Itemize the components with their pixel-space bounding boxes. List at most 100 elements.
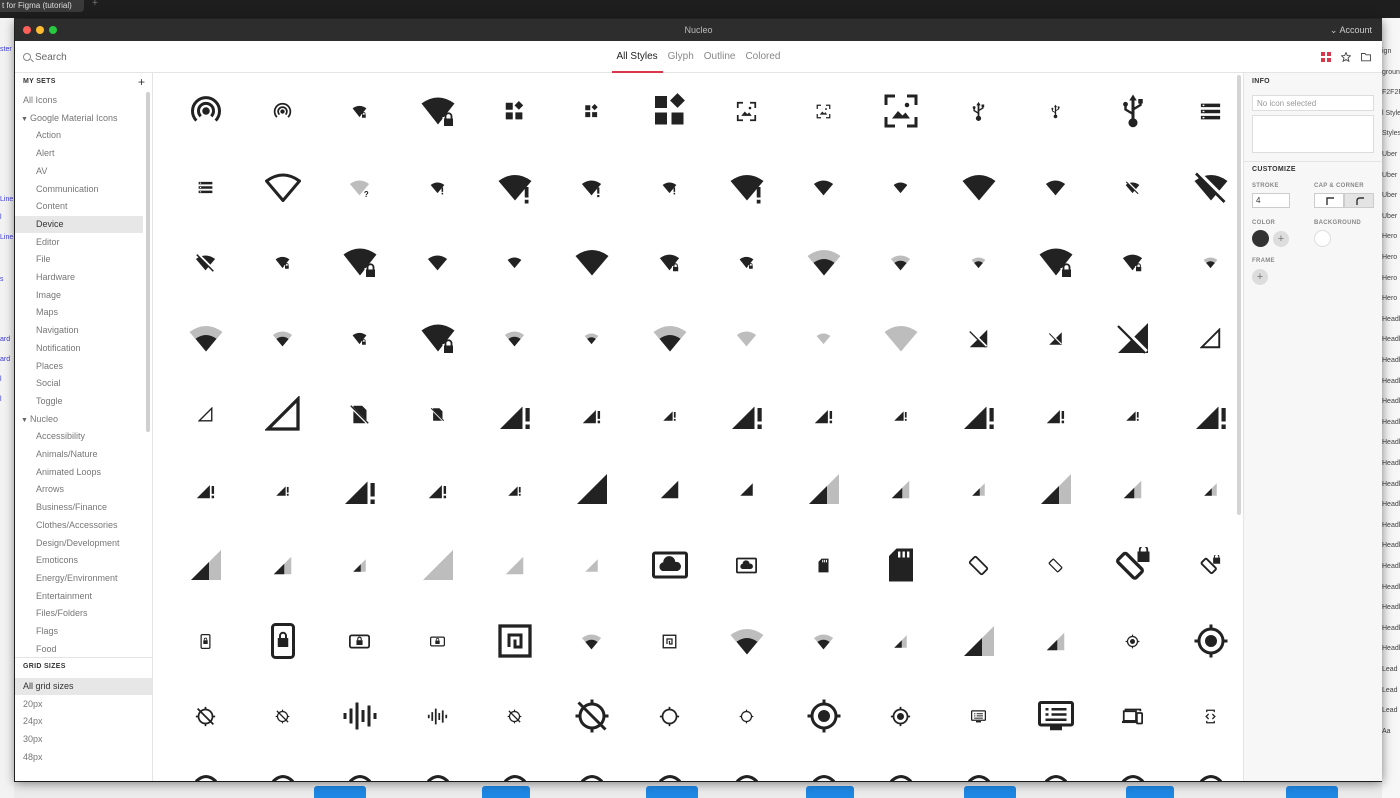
icon-cell[interactable] — [1017, 73, 1094, 149]
icon-cell[interactable] — [631, 451, 708, 527]
icon-cell[interactable] — [631, 754, 708, 781]
icon-cell[interactable] — [940, 603, 1017, 679]
star-icon[interactable] — [1341, 52, 1351, 62]
icon-cell[interactable] — [553, 527, 630, 603]
icon-cell[interactable] — [708, 73, 785, 149]
sidebar-item-toggle[interactable]: Toggle — [15, 393, 143, 410]
icon-cell[interactable] — [553, 300, 630, 376]
sidebar-item-design-development[interactable]: Design/Development — [15, 535, 143, 552]
tab-colored[interactable]: Colored — [740, 41, 785, 73]
icon-cell[interactable] — [785, 451, 862, 527]
tab-all-styles[interactable]: All Styles — [611, 41, 663, 73]
icon-cell[interactable] — [631, 73, 708, 149]
icon-cell[interactable] — [1094, 376, 1171, 452]
icon-cell[interactable] — [553, 754, 630, 781]
icon-cell[interactable] — [167, 73, 244, 149]
icon-cell[interactable] — [476, 149, 553, 225]
icon-cell[interactable] — [553, 678, 630, 754]
sidebar-item-food[interactable]: Food — [15, 641, 143, 658]
sidebar-item-hardware[interactable]: Hardware — [15, 269, 143, 286]
sidebar-scrollbar[interactable] — [146, 92, 150, 432]
icon-cell[interactable] — [1017, 754, 1094, 781]
icon-cell[interactable] — [1094, 678, 1171, 754]
caret-down-icon[interactable]: ▼ — [21, 111, 28, 128]
icon-cell[interactable] — [321, 754, 398, 781]
icon-cell[interactable] — [244, 678, 321, 754]
icon-cell[interactable] — [785, 224, 862, 300]
sidebar-item-google-material-icons[interactable]: ▼ Google Material Icons — [15, 110, 143, 127]
icon-cell[interactable] — [940, 678, 1017, 754]
icon-cell[interactable] — [1017, 224, 1094, 300]
icon-cell[interactable]: ? — [321, 149, 398, 225]
icon-cell[interactable] — [1172, 451, 1235, 527]
icon-cell[interactable] — [167, 754, 244, 781]
icon-cell[interactable] — [940, 224, 1017, 300]
account-menu[interactable]: ⌄ Account — [1330, 25, 1372, 36]
sidebar-item-editor[interactable]: Editor — [15, 234, 143, 251]
sidebar-item-energy-environment[interactable]: Energy/Environment — [15, 570, 143, 587]
round-corner-button[interactable] — [1344, 193, 1374, 208]
icon-cell[interactable] — [399, 376, 476, 452]
sidebar-item-emoticons[interactable]: Emoticons — [15, 552, 143, 569]
icon-cell[interactable] — [553, 451, 630, 527]
caret-down-icon[interactable]: ▼ — [21, 412, 28, 429]
icon-cell[interactable] — [321, 300, 398, 376]
icon-cell[interactable] — [167, 678, 244, 754]
sidebar-item-all-icons[interactable]: All Icons — [15, 92, 143, 109]
icon-cell[interactable] — [1017, 527, 1094, 603]
icon-cell[interactable] — [708, 300, 785, 376]
icon-cell[interactable] — [1172, 300, 1235, 376]
color-swatch[interactable] — [1252, 230, 1269, 247]
icon-cell[interactable] — [940, 754, 1017, 781]
sidebar-item-nucleo[interactable]: ▼ Nucleo — [15, 411, 143, 428]
icon-cell[interactable] — [244, 527, 321, 603]
icon-cell[interactable] — [321, 678, 398, 754]
icon-cell[interactable] — [862, 376, 939, 452]
icon-cell[interactable] — [399, 149, 476, 225]
icon-cell[interactable] — [476, 451, 553, 527]
icon-cell[interactable] — [476, 73, 553, 149]
icon-cell[interactable] — [708, 754, 785, 781]
icon-cell[interactable] — [785, 73, 862, 149]
sidebar-item-device[interactable]: Device — [15, 215, 143, 233]
icon-cell[interactable] — [1172, 754, 1235, 781]
icon-cell[interactable] — [1172, 603, 1235, 679]
icon-cell[interactable] — [940, 376, 1017, 452]
icon-cell[interactable] — [399, 527, 476, 603]
icon-cell[interactable] — [167, 451, 244, 527]
icon-cell[interactable] — [940, 149, 1017, 225]
sidebar-item-notification[interactable]: Notification — [15, 340, 143, 357]
grid-size-item[interactable]: 48px — [15, 749, 152, 766]
icon-cell[interactable] — [399, 754, 476, 781]
sidebar-item-alert[interactable]: Alert — [15, 145, 143, 162]
icon-cell[interactable] — [785, 376, 862, 452]
icon-cell[interactable] — [1172, 224, 1235, 300]
icon-cell[interactable] — [321, 603, 398, 679]
icon-cell[interactable] — [321, 527, 398, 603]
icon-cell[interactable] — [244, 754, 321, 781]
icon-cell[interactable] — [553, 224, 630, 300]
icon-cell[interactable] — [1094, 603, 1171, 679]
sidebar-item-social[interactable]: Social — [15, 375, 143, 392]
sidebar-item-business-finance[interactable]: Business/Finance — [15, 499, 143, 516]
background-swatch[interactable] — [1314, 230, 1331, 247]
icon-cell[interactable] — [399, 451, 476, 527]
icon-cell[interactable] — [940, 451, 1017, 527]
icon-cell[interactable] — [167, 603, 244, 679]
icon-cell[interactable] — [708, 603, 785, 679]
icon-cell[interactable] — [244, 451, 321, 527]
icon-cell[interactable] — [708, 224, 785, 300]
icon-cell[interactable] — [940, 527, 1017, 603]
sidebar-item-places[interactable]: Places — [15, 358, 143, 375]
icon-cell[interactable] — [708, 149, 785, 225]
add-frame-icon[interactable]: + — [1252, 269, 1268, 285]
icon-cell[interactable] — [476, 224, 553, 300]
icon-cell[interactable] — [1094, 300, 1171, 376]
background-new-tab-icon[interactable]: + — [92, 0, 98, 9]
sidebar-item-image[interactable]: Image — [15, 287, 143, 304]
icon-cell[interactable] — [399, 73, 476, 149]
icon-cell[interactable] — [862, 73, 939, 149]
icon-cell[interactable] — [862, 754, 939, 781]
icon-cell[interactable] — [244, 149, 321, 225]
icon-cell[interactable] — [631, 376, 708, 452]
